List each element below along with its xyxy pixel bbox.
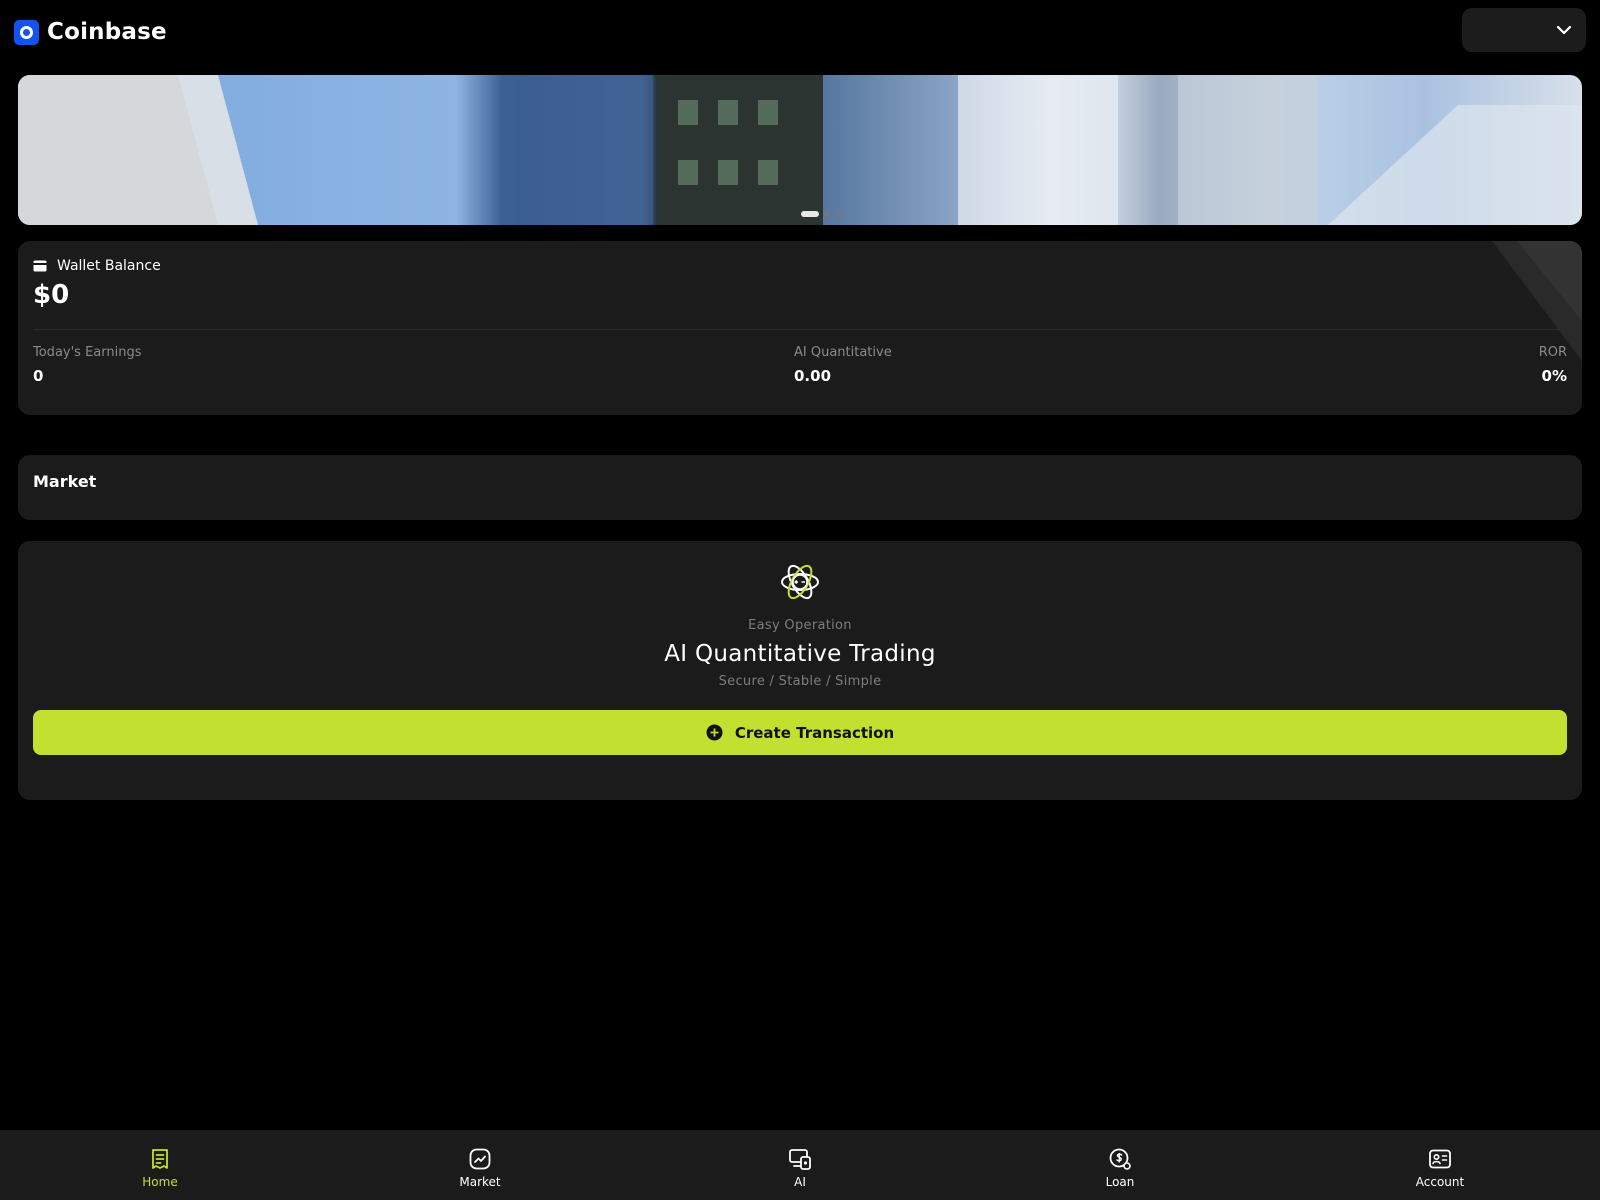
tab-label: Market xyxy=(459,1175,501,1189)
tab-account[interactable]: Account xyxy=(1280,1130,1600,1200)
ai-tagline: Secure / Stable / Simple xyxy=(718,674,882,689)
top-bar: Coinbase xyxy=(0,0,1600,66)
atom-icon xyxy=(781,564,819,600)
id-card-icon xyxy=(1429,1149,1451,1169)
banner-carousel[interactable] xyxy=(18,75,1582,225)
tab-home[interactable]: Home xyxy=(0,1130,320,1200)
carousel-dot[interactable] xyxy=(835,211,841,217)
tab-label: Home xyxy=(142,1175,178,1189)
wallet-card: Wallet Balance $0 Today's Earnings 0 AI … xyxy=(18,241,1582,415)
tab-market[interactable]: Market xyxy=(320,1130,640,1200)
coinbase-logo-icon xyxy=(14,19,39,45)
market-title: Market xyxy=(33,472,97,491)
chart-icon xyxy=(469,1148,491,1170)
chevron-down-icon xyxy=(1556,25,1572,35)
wallet-title: Wallet Balance xyxy=(57,258,161,274)
carousel-dot[interactable] xyxy=(824,211,830,217)
tab-label: Account xyxy=(1415,1175,1465,1189)
card-corner-decoration xyxy=(1492,241,1582,361)
tab-label: AI xyxy=(794,1175,806,1189)
bottom-tab-bar: Home Market AI Loan Account xyxy=(0,1130,1600,1200)
ai-device-icon xyxy=(789,1149,811,1170)
wallet-header: Wallet Balance xyxy=(33,255,161,277)
brand-name: Coinbase xyxy=(47,19,167,45)
stat-value: 0 xyxy=(33,367,44,385)
tab-label: Loan xyxy=(1105,1175,1135,1189)
divider xyxy=(33,329,1567,330)
create-transaction-label: Create Transaction xyxy=(734,723,895,742)
brand[interactable]: Coinbase xyxy=(14,17,167,47)
language-select[interactable] xyxy=(1462,8,1586,52)
stat-value: 0% xyxy=(1541,367,1567,385)
wallet-balance: $0 xyxy=(33,280,70,310)
banner-image xyxy=(18,75,1582,225)
ai-trading-card: Easy Operation AI Quantitative Trading S… xyxy=(18,541,1582,800)
ai-subtitle: Easy Operation xyxy=(748,618,852,633)
create-transaction-button[interactable]: Create Transaction xyxy=(33,710,1567,755)
receipt-icon xyxy=(152,1149,168,1169)
stat-todays-earnings: Today's Earnings 0 xyxy=(33,345,142,385)
stat-ai-quantitative: AI Quantitative 0.00 xyxy=(794,345,892,385)
stat-label: ROR xyxy=(1538,345,1567,360)
market-card: Market xyxy=(18,455,1582,520)
stat-value: 0.00 xyxy=(794,367,832,385)
tab-loan[interactable]: Loan xyxy=(960,1130,1280,1200)
stat-label: Today's Earnings xyxy=(33,345,142,360)
stat-label: AI Quantitative xyxy=(794,345,892,360)
carousel-dot[interactable] xyxy=(801,211,819,217)
ai-title: AI Quantitative Trading xyxy=(664,641,936,667)
wallet-icon xyxy=(33,260,47,272)
carousel-dots xyxy=(801,211,841,217)
tab-ai[interactable]: AI xyxy=(640,1130,960,1200)
stat-ror: ROR 0% xyxy=(1539,345,1567,385)
coin-icon xyxy=(1109,1148,1131,1170)
plus-circle-icon xyxy=(706,724,723,741)
